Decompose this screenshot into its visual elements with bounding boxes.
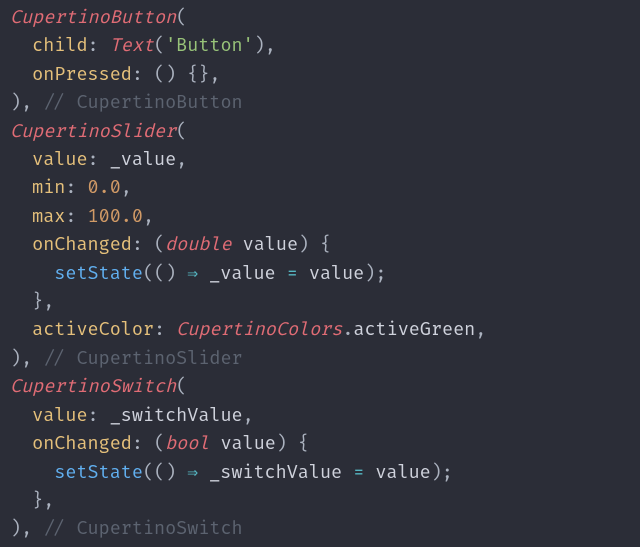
open-paren: ( [176, 6, 187, 29]
param-id: value [243, 233, 298, 256]
prop-activegreen: activeGreen [353, 318, 475, 341]
number-literal: 100.0 [88, 205, 143, 228]
comment: // CupertinoButton [43, 91, 242, 114]
arrow-op: ⇒ [187, 461, 198, 484]
func-setstate: setState [54, 262, 143, 285]
comment: // CupertinoSlider [43, 347, 242, 370]
type-bool: bool [165, 432, 209, 455]
param-max: max [32, 205, 65, 228]
code-block: CupertinoButton( child: Text('Button'), … [0, 0, 640, 544]
class-name: CupertinoSwitch [10, 375, 176, 398]
class-cupertinocolors: CupertinoColors [176, 318, 342, 341]
param-onchanged: onChanged [32, 233, 132, 256]
param-id: value [220, 432, 275, 455]
param-value: value [32, 404, 87, 427]
comment: // CupertinoSwitch [43, 517, 242, 540]
func-setstate: setState [54, 461, 143, 484]
arrow-op: ⇒ [187, 262, 198, 285]
identifier: _switchValue [110, 404, 243, 427]
class-name: CupertinoSlider [10, 120, 176, 143]
param-onpressed: onPressed [32, 63, 132, 86]
identifier: _value [110, 148, 176, 171]
param-value: value [32, 148, 87, 171]
param-onchanged: onChanged [32, 432, 132, 455]
string-literal: 'Button' [165, 34, 254, 57]
param-child: child [32, 34, 87, 57]
class-name: CupertinoButton [10, 6, 176, 29]
param-min: min [32, 176, 65, 199]
param-activecolor: activeColor [32, 318, 154, 341]
type-double: double [165, 233, 231, 256]
class-text: Text [110, 34, 154, 57]
number-literal: 0.0 [88, 176, 121, 199]
